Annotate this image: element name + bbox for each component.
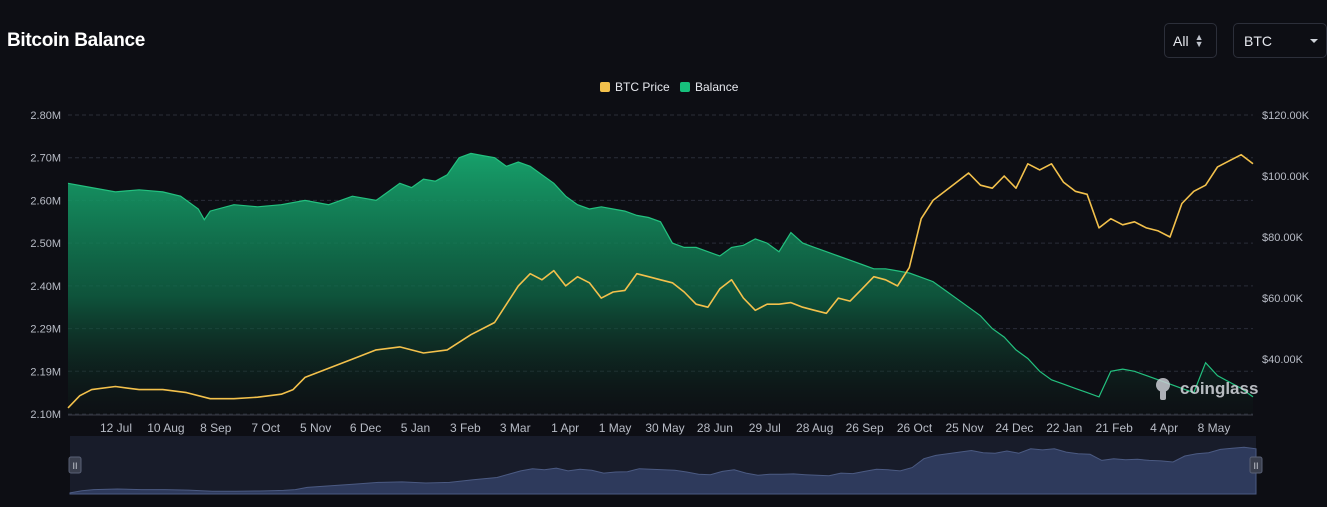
x-tick-label: 6 Dec (350, 421, 381, 435)
x-tick-label: 26 Sep (846, 421, 884, 435)
x-tick-label: 10 Aug (147, 421, 184, 435)
y-left-tick-label: 2.29M (30, 324, 61, 336)
y-right-tick-label: $40.00K (1262, 354, 1304, 366)
x-tick-label: 28 Jun (697, 421, 733, 435)
y-left-tick-label: 2.50M (30, 238, 61, 250)
legend-swatch-btc-price (600, 82, 610, 92)
y-right-tick-label: $80.00K (1262, 232, 1304, 244)
x-tick-label: 30 May (645, 421, 684, 435)
y-axis-left: 2.10M 2.19M 2.29M 2.40M 2.50M 2.60M 2.70M 2.80M (30, 110, 61, 421)
x-tick-label: 28 Aug (796, 421, 833, 435)
y-left-tick-label: 2.19M (30, 366, 61, 378)
navigator-handle-left[interactable]: II (68, 456, 82, 474)
x-tick-label: 12 Jul (100, 421, 132, 435)
x-tick-label: 21 Feb (1096, 421, 1134, 435)
y-right-tick-label: $120.00K (1262, 110, 1310, 122)
x-tick-label: 26 Oct (897, 421, 933, 435)
legend-item-balance[interactable]: Balance (680, 80, 739, 94)
x-tick-label: 3 Feb (450, 421, 481, 435)
y-left-tick-label: 2.70M (30, 153, 61, 165)
y-left-tick-label: 2.60M (30, 195, 61, 207)
watermark-text: coinglass (1180, 379, 1258, 398)
chart: BTC Price Balance 2.10M2.19M2.29M2.40M2.… (30, 80, 1310, 495)
legend-swatch-balance (680, 82, 690, 92)
legend-label-btc-price: BTC Price (615, 80, 670, 94)
y-left-tick-label: 2.80M (30, 110, 61, 122)
x-tick-label: 7 Oct (251, 421, 280, 435)
x-tick-label: 1 May (599, 421, 632, 435)
x-tick-label: 29 Jul (749, 421, 781, 435)
x-tick-label: 8 May (1198, 421, 1231, 435)
svg-text:II: II (72, 461, 77, 471)
y-right-tick-label: $100.00K (1262, 171, 1310, 183)
x-tick-label: 22 Jan (1046, 421, 1082, 435)
legend-label-balance: Balance (695, 80, 739, 94)
y-left-tick-label: 2.10M (30, 409, 61, 421)
balance-area (68, 153, 1253, 414)
navigator[interactable]: II II (68, 436, 1263, 495)
x-tick-label: 5 Nov (300, 421, 331, 435)
svg-text:II: II (1253, 461, 1258, 471)
y-left-tick-label: 2.40M (30, 281, 61, 293)
legend-item-btc-price[interactable]: BTC Price (600, 80, 670, 94)
x-tick-label: 8 Sep (200, 421, 232, 435)
y-axis-right: $40.00K $60.00K $80.00K $100.00K $120.00K (1262, 110, 1310, 366)
y-right-tick-label: $60.00K (1262, 293, 1304, 305)
legend: BTC Price Balance (600, 80, 739, 94)
x-tick-label: 24 Dec (995, 421, 1033, 435)
x-tick-label: 25 Nov (945, 421, 983, 435)
x-axis: 12 Jul 10 Aug 8 Sep 7 Oct 5 Nov 6 Dec 5 Jan 3 F… (68, 414, 1253, 435)
x-tick-label: 5 Jan (401, 421, 430, 435)
x-tick-label: 4 Apr (1150, 421, 1178, 435)
x-tick-label: 1 Apr (551, 421, 579, 435)
x-tick-label: 3 Mar (500, 421, 531, 435)
navigator-handle-right[interactable]: II (1249, 456, 1263, 474)
